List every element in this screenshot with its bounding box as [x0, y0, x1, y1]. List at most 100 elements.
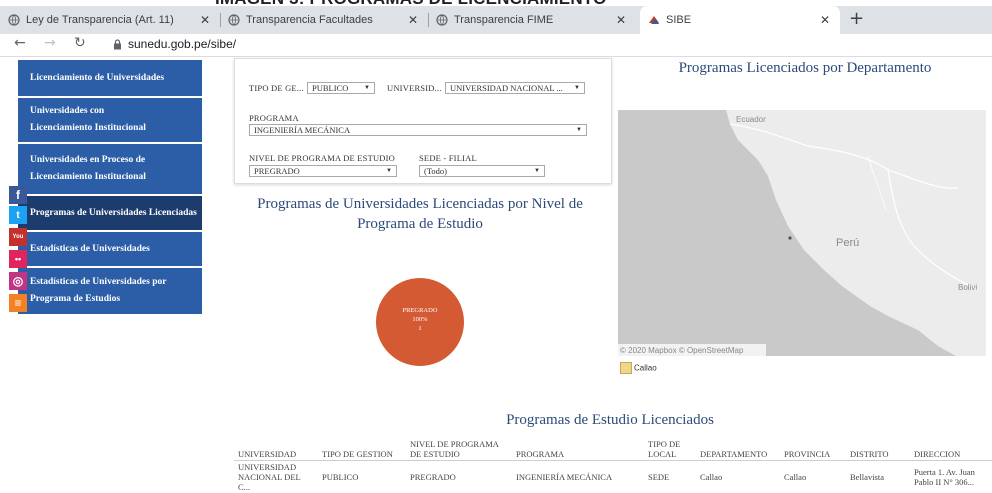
sidebar: Licenciamiento de Universidades Universi…	[18, 60, 202, 314]
tab-transparencia-facultades[interactable]: Transparencia Facultades ✕	[220, 6, 428, 34]
sidebar-item-estadisticas[interactable]: Estadísticas de Universidades	[18, 232, 202, 266]
column-header[interactable]: UNIVERSIDAD	[234, 432, 318, 461]
universidad-label: UNIVERSID...	[387, 83, 442, 93]
select-value: UNIVERSIDAD NACIONAL ...	[450, 83, 563, 93]
callao-marker[interactable]	[788, 236, 791, 239]
chevron-down-icon: ▼	[364, 83, 370, 94]
bolivia-label: Bolivi	[958, 283, 977, 292]
back-icon[interactable]: ←	[14, 35, 26, 51]
ecuador-label: Ecuador	[736, 115, 766, 124]
sidebar-item-label: Estadísticas de Universidades por Progra…	[30, 274, 172, 308]
table-cell: Bellavista	[846, 461, 910, 493]
tab-label: Transparencia Facultades	[246, 14, 373, 26]
legend-swatch	[620, 362, 632, 374]
column-header[interactable]: TIPO DE LOCAL	[644, 432, 696, 461]
sidebar-item-licenciamiento[interactable]: Licenciamiento de Universidades	[18, 60, 202, 96]
sede-select[interactable]: (Todo)▼	[419, 165, 545, 177]
column-header[interactable]: TIPO DE GESTION	[318, 432, 406, 461]
programa-select[interactable]: INGENIERÍA MECÁNICA ▼	[249, 124, 587, 136]
table-cell: Callao	[696, 461, 780, 493]
table-cell: Callao	[780, 461, 846, 493]
donut-title-line1: Programas de Universidades Licenciadas p…	[240, 194, 600, 214]
column-header[interactable]: DISTRITO	[846, 432, 910, 461]
sidebar-item-label: Universidades con Licenciamiento Institu…	[30, 103, 162, 137]
select-value: PUBLICO	[312, 83, 348, 93]
stackoverflow-icon[interactable]: ≡	[9, 294, 27, 312]
column-header[interactable]: DIRECCION	[910, 432, 992, 461]
column-header[interactable]: PROGRAMA	[512, 432, 644, 461]
chevron-down-icon: ▼	[574, 83, 580, 94]
programa-label: PROGRAMA	[249, 113, 299, 123]
url-field[interactable]: sunedu.gob.pe/sibe/	[128, 37, 236, 51]
globe-icon	[228, 14, 240, 26]
tab-ley-transparencia[interactable]: Ley de Transparencia (Art. 11) ✕	[0, 6, 220, 34]
close-icon[interactable]: ✕	[200, 13, 210, 27]
map-legend: Callao	[620, 362, 657, 374]
sidebar-item-label: Universidades en Proceso de Licenciamien…	[30, 152, 162, 186]
sidebar-item-label: Licenciamiento de Universidades	[30, 70, 164, 87]
sidebar-item-label: Programas de Universidades Licenciadas	[30, 205, 197, 222]
close-icon[interactable]: ✕	[408, 13, 418, 27]
tipo-gestion-select[interactable]: PUBLICO ▼	[307, 82, 375, 94]
close-icon[interactable]: ✕	[616, 13, 626, 27]
table-cell: INGENIERÍA MECÁNICA	[512, 461, 644, 493]
chevron-down-icon: ▼	[386, 166, 392, 177]
select-value: INGENIERÍA MECÁNICA	[254, 125, 350, 135]
tab-label: Transparencia FIME	[454, 14, 553, 26]
universidad-select[interactable]: UNIVERSIDAD NACIONAL ... ▼	[445, 82, 585, 94]
legend-label: Callao	[634, 364, 657, 373]
donut-title-line2: Programa de Estudio	[240, 214, 600, 234]
programs-table: UNIVERSIDAD TIPO DE GESTION NIVEL DE PRO…	[234, 432, 992, 493]
nivel-select[interactable]: PREGRADO ▼	[249, 165, 397, 177]
sibe-logo-icon	[648, 14, 660, 26]
forward-icon[interactable]: →	[44, 35, 56, 51]
select-value: PREGRADO	[254, 166, 300, 176]
sidebar-item-programas-licenciadas[interactable]: Programas de Universidades Licenciadas	[18, 196, 202, 230]
table-cell: UNIVERSIDAD NACIONAL DEL C...	[234, 461, 318, 493]
donut-chart: PREGRADO 100% 1	[370, 272, 470, 372]
sidebar-item-con-licenciamiento[interactable]: Universidades con Licenciamiento Institu…	[18, 98, 202, 142]
column-header[interactable]: PROVINCIA	[780, 432, 846, 461]
instagram-icon[interactable]: ◎	[9, 272, 27, 290]
map-attribution: © 2020 Mapbox © OpenStreetMap	[620, 346, 744, 355]
table-header-row: UNIVERSIDAD TIPO DE GESTION NIVEL DE PRO…	[234, 432, 992, 461]
tipo-gestion-label: TIPO DE GE...	[249, 83, 304, 93]
address-bar: ← → ↻ sunedu.gob.pe/sibe/	[0, 34, 992, 57]
flickr-icon[interactable]: ••	[9, 250, 27, 268]
sidebar-item-en-proceso[interactable]: Universidades en Proceso de Licenciamien…	[18, 144, 202, 194]
donut-chart-title: Programas de Universidades Licenciadas p…	[240, 194, 600, 234]
nivel-label: NIVEL DE PROGRAMA DE ESTUDIO	[249, 153, 395, 163]
table-title: Programas de Estudio Licenciados	[430, 412, 790, 429]
map-graphic: Ecuador Perú Bolivi © 2020 Mapbox © Open…	[618, 110, 986, 356]
column-header[interactable]: DEPARTAMENTO	[696, 432, 780, 461]
table-row[interactable]: UNIVERSIDAD NACIONAL DEL C... PUBLICO PR…	[234, 461, 992, 493]
youtube-icon[interactable]: You	[9, 228, 27, 246]
slice-label: PREGRADO	[402, 307, 437, 314]
slice-percent: 100%	[412, 316, 428, 323]
globe-icon	[8, 14, 20, 26]
reload-icon[interactable]: ↻	[74, 35, 86, 51]
table-cell: PUBLICO	[318, 461, 406, 493]
sidebar-item-label: Estadísticas de Universidades	[30, 241, 150, 258]
slice-count: 1	[418, 325, 421, 332]
departments-map[interactable]: Ecuador Perú Bolivi © 2020 Mapbox © Open…	[618, 110, 986, 356]
map-title: Programas Licenciados por Departamento	[618, 60, 992, 77]
table-cell: Puerta 1. Av. Juan Pablo II N° 306...	[910, 461, 992, 493]
sede-label: SEDE - FILIAL	[419, 153, 477, 163]
new-tab-button[interactable]: +	[849, 8, 864, 29]
tab-label: Ley de Transparencia (Art. 11)	[26, 14, 174, 26]
tab-label: SIBE	[666, 14, 691, 26]
peru-label: Perú	[836, 237, 859, 249]
chevron-down-icon: ▼	[576, 125, 582, 136]
tab-sibe[interactable]: SIBE ✕	[640, 6, 840, 34]
filters-panel: TIPO DE GE... PUBLICO ▼ UNIVERSID... UNIV…	[234, 58, 612, 184]
column-header[interactable]: NIVEL DE PROGRAMA DE ESTUDIO	[406, 432, 512, 461]
twitter-icon[interactable]: t	[9, 206, 27, 224]
sidebar-item-estadisticas-programa[interactable]: Estadísticas de Universidades por Progra…	[18, 268, 202, 314]
facebook-icon[interactable]: f	[9, 186, 27, 204]
close-icon[interactable]: ✕	[820, 13, 830, 27]
select-value: (Todo)	[424, 166, 447, 176]
globe-icon	[436, 14, 448, 26]
table-cell: PREGRADO	[406, 461, 512, 493]
tab-transparencia-fime[interactable]: Transparencia FIME ✕	[428, 6, 636, 34]
